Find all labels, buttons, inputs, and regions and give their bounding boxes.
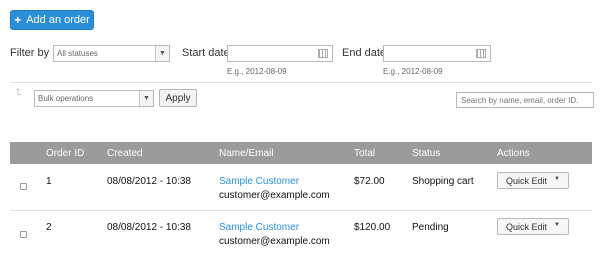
table-row[interactable]: 1 08/08/2012 - 10:38 Sample Customer cus… bbox=[10, 164, 592, 210]
header-total: Total bbox=[354, 148, 376, 159]
plus-icon: + bbox=[14, 13, 22, 27]
order-status: Shopping cart bbox=[412, 176, 474, 187]
created-date: 08/08/2012 - 10:38 bbox=[107, 176, 191, 187]
caret-down-icon: ▼ bbox=[554, 176, 560, 182]
start-date-input[interactable] bbox=[227, 45, 333, 62]
end-date-hint: E.g., 2012-08-09 bbox=[383, 67, 443, 76]
add-order-button[interactable]: + Add an order bbox=[10, 10, 94, 30]
header-created: Created bbox=[107, 148, 143, 159]
status-filter-select[interactable]: All statuses ▼ bbox=[53, 45, 170, 62]
customer-email: customer@example.com bbox=[219, 190, 330, 201]
chevron-down-icon: ▼ bbox=[155, 46, 169, 61]
table-row[interactable]: 2 08/08/2012 - 10:38 Sample Customer cus… bbox=[10, 211, 592, 256]
select-all-arrow-icon: ⮤ bbox=[16, 87, 22, 97]
bulk-operations-value: Bulk operations bbox=[38, 94, 94, 103]
status-filter-value: All statuses bbox=[57, 49, 98, 58]
filter-by-label: Filter by bbox=[10, 47, 50, 59]
add-order-label: Add an order bbox=[26, 14, 90, 26]
quick-edit-button[interactable]: Quick Edit ▼ bbox=[497, 218, 569, 235]
bulk-operations-select[interactable]: Bulk operations ▼ bbox=[34, 90, 154, 107]
calendar-icon[interactable] bbox=[318, 49, 328, 58]
header-status: Status bbox=[412, 148, 441, 159]
order-id: 1 bbox=[46, 176, 52, 187]
order-id: 2 bbox=[46, 222, 52, 233]
customer-name-link[interactable]: Sample Customer bbox=[219, 222, 299, 233]
quick-edit-button[interactable]: Quick Edit ▼ bbox=[497, 172, 569, 189]
row-checkbox[interactable] bbox=[20, 183, 27, 190]
search-input[interactable] bbox=[456, 92, 594, 108]
order-total: $72.00 bbox=[354, 176, 385, 187]
quick-edit-label: Quick Edit bbox=[506, 175, 548, 186]
header-order-id: Order ID bbox=[46, 148, 85, 159]
created-date: 08/08/2012 - 10:38 bbox=[107, 222, 191, 233]
apply-button[interactable]: Apply bbox=[159, 89, 197, 107]
start-date-label: Start date bbox=[182, 47, 230, 59]
customer-name-link[interactable]: Sample Customer bbox=[219, 176, 299, 187]
end-date-label: End date bbox=[342, 47, 387, 59]
header-actions: Actions bbox=[497, 148, 530, 159]
row-checkbox[interactable] bbox=[20, 231, 27, 238]
order-total: $120.00 bbox=[354, 222, 391, 233]
header-name-email: Name/Email bbox=[219, 148, 274, 159]
table-header: Order ID Created Name/Email Total Status… bbox=[10, 142, 592, 164]
end-date-input[interactable] bbox=[383, 45, 491, 62]
order-status: Pending bbox=[412, 222, 449, 233]
chevron-down-icon: ▼ bbox=[139, 91, 153, 106]
caret-down-icon: ▼ bbox=[554, 222, 560, 228]
quick-edit-label: Quick Edit bbox=[506, 221, 548, 232]
calendar-icon[interactable] bbox=[476, 49, 486, 58]
start-date-hint: E.g., 2012-08-09 bbox=[227, 67, 287, 76]
divider bbox=[10, 82, 592, 83]
customer-email: customer@example.com bbox=[219, 236, 330, 247]
